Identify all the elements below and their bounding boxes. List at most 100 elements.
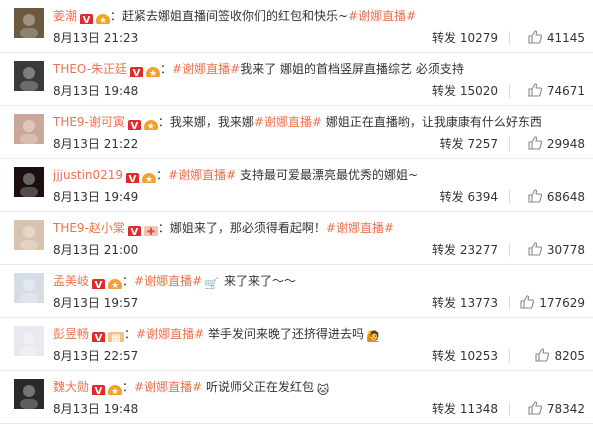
thumbs-up-icon bbox=[528, 189, 542, 203]
repost-button[interactable]: 转发 6394 bbox=[440, 190, 498, 204]
member-star-icon[interactable]: ★ bbox=[108, 279, 123, 289]
repost-count: 15020 bbox=[459, 84, 498, 98]
comment-text: ： bbox=[122, 380, 135, 394]
thumbs-up-icon bbox=[528, 83, 542, 97]
avatar[interactable] bbox=[14, 61, 44, 91]
repost-button[interactable]: 转发 13773 bbox=[432, 296, 498, 310]
like-count: 41145 bbox=[546, 31, 585, 45]
avatar[interactable] bbox=[14, 326, 44, 356]
avatar[interactable] bbox=[14, 273, 44, 303]
like-button[interactable]: 30778 bbox=[527, 241, 585, 258]
topic-link[interactable]: #谢娜直播# bbox=[254, 115, 322, 129]
repost-button[interactable]: 转发 10253 bbox=[432, 349, 498, 363]
comment-text: ： bbox=[122, 274, 135, 288]
verified-v-icon[interactable]: V bbox=[127, 226, 141, 236]
timestamp[interactable]: 8月13日 19:57 bbox=[53, 296, 138, 310]
verified-v-icon[interactable]: V bbox=[92, 279, 106, 289]
repost-label: 转发 bbox=[431, 296, 456, 310]
like-button[interactable]: 78342 bbox=[527, 400, 585, 417]
comment-body: 彭昱畅 V ▦ ：#谢娜直播# 举手发问来晚了还挤得进去吗 🙋 bbox=[53, 326, 585, 342]
like-button[interactable]: 8205 bbox=[534, 347, 585, 364]
like-button[interactable]: 74671 bbox=[527, 82, 585, 99]
thumbs-up-icon bbox=[528, 242, 542, 256]
avatar[interactable] bbox=[14, 114, 44, 144]
timestamp[interactable]: 8月13日 22:57 bbox=[53, 349, 138, 363]
repost-label: 转发 bbox=[431, 31, 456, 45]
comment-body: 孟美岐 V ★ ：#谢娜直播# 🛒 来了来了～～ bbox=[53, 273, 585, 289]
username-link[interactable]: 魏大勋 bbox=[53, 380, 89, 394]
comment-body: THEO-朱正廷 V ★ ：#谢娜直播#我来了 娜姐的首档竖屏直播综艺 必须支持 bbox=[53, 61, 585, 77]
vip-badge-icon[interactable]: ▦ bbox=[108, 332, 125, 342]
verified-v-icon[interactable]: V bbox=[92, 332, 106, 342]
repost-button[interactable]: 转发 15020 bbox=[432, 84, 498, 98]
verified-v-icon[interactable]: V bbox=[80, 14, 94, 24]
member-badge-icon[interactable]: ✚ bbox=[143, 226, 158, 236]
comment-text: ：娜姐来了，那必须得看起啊！ bbox=[157, 221, 326, 235]
like-button[interactable]: 177629 bbox=[519, 294, 585, 311]
comment-row: THE9-赵小棠 V ✚ ：娜姐来了，那必须得看起啊！#谢娜直播# 8月13日 21:0… bbox=[0, 212, 593, 265]
username-link[interactable]: THEO-朱正廷 bbox=[53, 62, 127, 76]
comment-body: THE9-谢可寅 V ★ ：我来娜，我来娜#谢娜直播# 娜姐正在直播哟，让我康康有什么… bbox=[53, 114, 585, 130]
divider bbox=[509, 296, 510, 310]
member-star-icon[interactable]: ★ bbox=[108, 385, 123, 395]
avatar[interactable] bbox=[14, 167, 44, 197]
topic-link[interactable]: #谢娜直播# bbox=[348, 9, 416, 23]
username-link[interactable]: 彭昱畅 bbox=[53, 327, 89, 341]
username-link[interactable]: THE9-谢可寅 bbox=[53, 115, 125, 129]
topic-link[interactable]: #谢娜直播# bbox=[134, 380, 202, 394]
topic-link[interactable]: #谢娜直播# bbox=[136, 327, 204, 341]
like-button[interactable]: 41145 bbox=[527, 29, 585, 46]
comment-text: 听说师父正在发红包 bbox=[202, 380, 314, 394]
member-star-icon[interactable]: ★ bbox=[142, 173, 157, 183]
timestamp[interactable]: 8月13日 19:48 bbox=[53, 84, 138, 98]
username-link[interactable]: jjjustin0219 bbox=[53, 168, 123, 182]
topic-link[interactable]: #谢娜直播# bbox=[134, 274, 202, 288]
repost-label: 转发 bbox=[431, 402, 456, 416]
timestamp[interactable]: 8月13日 19:49 bbox=[53, 190, 138, 204]
comment-text: 我来了 娜姐的首档竖屏直播综艺 必须支持 bbox=[240, 62, 464, 76]
verified-v-icon[interactable]: V bbox=[126, 173, 140, 183]
verified-v-icon[interactable]: V bbox=[130, 67, 144, 77]
username-link[interactable]: THE9-赵小棠 bbox=[53, 221, 125, 235]
comment-row: THE9-谢可寅 V ★ ：我来娜，我来娜#谢娜直播# 娜姐正在直播哟，让我康康有什么… bbox=[0, 106, 593, 159]
member-star-icon[interactable]: ★ bbox=[146, 67, 161, 77]
emoji-icon: 🐱 bbox=[316, 383, 330, 395]
thumbs-up-icon bbox=[520, 295, 535, 309]
topic-link[interactable]: #谢娜直播# bbox=[168, 168, 236, 182]
timestamp[interactable]: 8月13日 21:23 bbox=[53, 31, 138, 45]
repost-label: 转发 bbox=[431, 243, 456, 257]
divider bbox=[509, 349, 510, 363]
timestamp[interactable]: 8月13日 21:00 bbox=[53, 243, 138, 257]
repost-count: 13773 bbox=[459, 296, 498, 310]
username-link[interactable]: 孟美岐 bbox=[53, 274, 89, 288]
comment-text: 举手发问来晚了还挤得进去吗 bbox=[204, 327, 364, 341]
repost-button[interactable]: 转发 11348 bbox=[432, 402, 498, 416]
avatar[interactable] bbox=[14, 8, 44, 38]
repost-count: 7257 bbox=[467, 137, 498, 151]
like-button[interactable]: 29948 bbox=[527, 135, 585, 152]
repost-button[interactable]: 转发 23277 bbox=[432, 243, 498, 257]
like-count: 177629 bbox=[539, 296, 585, 310]
avatar[interactable] bbox=[14, 379, 44, 409]
topic-link[interactable]: #谢娜直播# bbox=[172, 62, 240, 76]
emoji-icon: 🛒 bbox=[204, 277, 220, 289]
comment-body: 魏大勋 V ★ ：#谢娜直播# 听说师父正在发红包 🐱 bbox=[53, 379, 585, 395]
member-star-icon[interactable]: ★ bbox=[96, 14, 111, 24]
repost-button[interactable]: 转发 10279 bbox=[432, 31, 498, 45]
username-link[interactable]: 姜潮 bbox=[53, 9, 77, 23]
topic-link[interactable]: #谢娜直播# bbox=[326, 221, 394, 235]
timestamp[interactable]: 8月13日 21:22 bbox=[53, 137, 138, 151]
verified-v-icon[interactable]: V bbox=[127, 120, 141, 130]
member-star-icon[interactable]: ★ bbox=[143, 120, 158, 130]
comment-row: 魏大勋 V ★ ：#谢娜直播# 听说师父正在发红包 🐱 8月13日 19:48 转发 113… bbox=[0, 371, 593, 424]
like-count: 74671 bbox=[546, 84, 585, 98]
comment-row: jjjustin0219 V ★ ：#谢娜直播# 支持最可爱最漂亮最优秀的娜姐~ 8月1… bbox=[0, 159, 593, 212]
like-button[interactable]: 68648 bbox=[527, 188, 585, 205]
timestamp[interactable]: 8月13日 19:48 bbox=[53, 402, 138, 416]
verified-v-icon[interactable]: V bbox=[92, 385, 106, 395]
repost-button[interactable]: 转发 7257 bbox=[440, 137, 498, 151]
avatar[interactable] bbox=[14, 220, 44, 250]
repost-count: 10253 bbox=[459, 349, 498, 363]
comment-text: ： bbox=[160, 62, 173, 76]
like-count: 30778 bbox=[546, 243, 585, 257]
